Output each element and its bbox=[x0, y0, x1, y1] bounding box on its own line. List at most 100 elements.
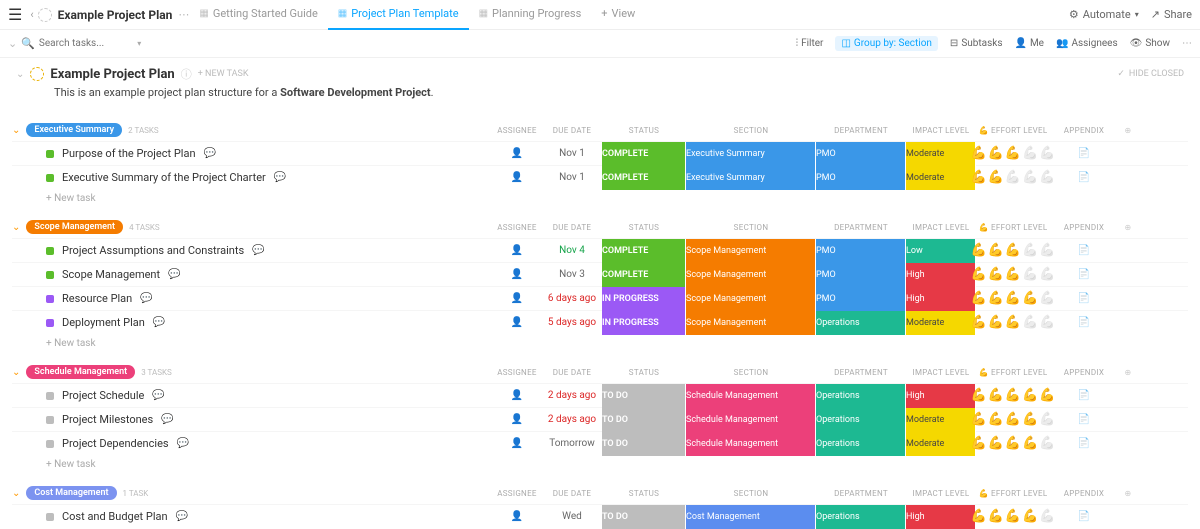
appendix-cell[interactable]: 📄 bbox=[1050, 293, 1118, 304]
expand-all-icon[interactable]: ⌄ bbox=[8, 37, 17, 50]
section-cell[interactable]: Schedule Management bbox=[686, 408, 816, 432]
assignee-cell[interactable]: 👤 bbox=[492, 245, 542, 256]
task-row[interactable]: Purpose of the Project Plan💬👤Nov 1COMPLE… bbox=[12, 141, 1188, 165]
impact-cell[interactable]: Moderate bbox=[906, 432, 976, 456]
appendix-cell[interactable]: 📄 bbox=[1050, 269, 1118, 280]
new-task-button[interactable]: + New task bbox=[12, 334, 1188, 353]
status-square-icon[interactable] bbox=[46, 150, 54, 158]
back-icon[interactable]: ‹ bbox=[30, 8, 33, 21]
status-square-icon[interactable] bbox=[46, 392, 54, 400]
due-date-cell[interactable]: 2 days ago bbox=[542, 414, 602, 425]
due-date-cell[interactable]: 6 days ago bbox=[542, 293, 602, 304]
appendix-cell[interactable]: 📄 bbox=[1050, 317, 1118, 328]
section-cell[interactable]: Schedule Management bbox=[686, 432, 816, 456]
effort-cell[interactable]: 💪💪💪💪💪 bbox=[976, 436, 1050, 451]
department-cell[interactable]: PMO bbox=[816, 263, 906, 287]
due-date-cell[interactable]: Nov 3 bbox=[542, 269, 602, 280]
comment-icon[interactable]: 💬 bbox=[152, 390, 164, 401]
appendix-cell[interactable]: 📄 bbox=[1050, 245, 1118, 256]
department-cell[interactable]: Operations bbox=[816, 311, 906, 335]
status-square-icon[interactable] bbox=[46, 319, 54, 327]
search-input[interactable] bbox=[39, 38, 119, 49]
chevron-down-icon[interactable]: ▾ bbox=[137, 39, 141, 48]
assignee-cell[interactable]: 👤 bbox=[492, 317, 542, 328]
collapse-icon[interactable]: ⌄ bbox=[16, 69, 24, 80]
section-cell[interactable]: Schedule Management bbox=[686, 384, 816, 408]
section-cell[interactable]: Executive Summary bbox=[686, 166, 816, 190]
status-cell[interactable]: COMPLETE bbox=[602, 263, 686, 287]
due-date-cell[interactable]: 2 days ago bbox=[542, 390, 602, 401]
status-square-icon[interactable] bbox=[46, 271, 54, 279]
effort-cell[interactable]: 💪💪💪💪💪 bbox=[976, 412, 1050, 427]
status-square-icon[interactable] bbox=[46, 440, 54, 448]
section-collapse-icon[interactable]: ⌄ bbox=[12, 222, 20, 233]
assignee-cell[interactable]: 👤 bbox=[492, 172, 542, 183]
me-button[interactable]: 👤Me bbox=[1014, 38, 1044, 49]
comment-icon[interactable]: 💬 bbox=[153, 317, 165, 328]
subtasks-button[interactable]: ⊟Subtasks bbox=[950, 38, 1003, 49]
assignees-button[interactable]: 👥Assignees bbox=[1056, 38, 1118, 49]
section-cell[interactable]: Executive Summary bbox=[686, 142, 816, 166]
share-button[interactable]: ↗Share bbox=[1151, 8, 1192, 21]
impact-cell[interactable]: High bbox=[906, 263, 976, 287]
status-square-icon[interactable] bbox=[46, 416, 54, 424]
impact-cell[interactable]: Moderate bbox=[906, 311, 976, 335]
status-square-icon[interactable] bbox=[46, 295, 54, 303]
impact-cell[interactable]: Low bbox=[906, 239, 976, 263]
task-row[interactable]: Deployment Plan💬👤5 days agoIN PROGRESSSc… bbox=[12, 310, 1188, 334]
effort-cell[interactable]: 💪💪💪💪💪 bbox=[976, 267, 1050, 282]
task-row[interactable]: Executive Summary of the Project Charter… bbox=[12, 165, 1188, 189]
task-row[interactable]: Project Schedule💬👤2 days agoTO DOSchedul… bbox=[12, 383, 1188, 407]
automate-button[interactable]: ⚙Automate▾ bbox=[1069, 8, 1139, 21]
section-cell[interactable]: Scope Management bbox=[686, 263, 816, 287]
department-cell[interactable]: Operations bbox=[816, 384, 906, 408]
section-collapse-icon[interactable]: ⌄ bbox=[12, 488, 20, 499]
appendix-cell[interactable]: 📄 bbox=[1050, 172, 1118, 183]
tab-project-plan-template[interactable]: ▦Project Plan Template bbox=[328, 0, 469, 30]
search-box[interactable]: 🔍 ▾ bbox=[21, 37, 141, 50]
task-row[interactable]: Project Assumptions and Constraints💬👤Nov… bbox=[12, 238, 1188, 262]
status-cell[interactable]: TO DO bbox=[602, 432, 686, 456]
new-task-button[interactable]: + New task bbox=[12, 455, 1188, 474]
comment-icon[interactable]: 💬 bbox=[177, 438, 189, 449]
due-date-cell[interactable]: Nov 4 bbox=[542, 245, 602, 256]
tab-planning-progress[interactable]: ▦Planning Progress bbox=[469, 0, 592, 30]
tab-getting-started-guide[interactable]: ▦Getting Started Guide bbox=[189, 0, 327, 30]
comment-icon[interactable]: 💬 bbox=[252, 245, 264, 256]
task-row[interactable]: Resource Plan💬👤6 days agoIN PROGRESSScop… bbox=[12, 286, 1188, 310]
status-cell[interactable]: IN PROGRESS bbox=[602, 287, 686, 311]
status-cell[interactable]: IN PROGRESS bbox=[602, 311, 686, 335]
assignee-cell[interactable]: 👤 bbox=[492, 390, 542, 401]
status-cell[interactable]: COMPLETE bbox=[602, 239, 686, 263]
more-icon[interactable]: ⋯ bbox=[1182, 38, 1192, 49]
effort-cell[interactable]: 💪💪💪💪💪 bbox=[976, 243, 1050, 258]
more-icon[interactable]: ⋯ bbox=[178, 8, 189, 21]
appendix-cell[interactable]: 📄 bbox=[1050, 414, 1118, 425]
due-date-cell[interactable]: Nov 1 bbox=[542, 172, 602, 183]
due-date-cell[interactable]: 5 days ago bbox=[542, 317, 602, 328]
department-cell[interactable]: PMO bbox=[816, 166, 906, 190]
new-task-button[interactable]: + New task bbox=[12, 189, 1188, 208]
effort-cell[interactable]: 💪💪💪💪💪 bbox=[976, 315, 1050, 330]
task-row[interactable]: Project Dependencies💬👤TomorrowTO DOSched… bbox=[12, 431, 1188, 455]
add-column-button[interactable]: ⊕ bbox=[1118, 126, 1138, 135]
comment-icon[interactable]: 💬 bbox=[140, 293, 152, 304]
task-row[interactable]: Scope Management💬👤Nov 3COMPLETEScope Man… bbox=[12, 262, 1188, 286]
effort-cell[interactable]: 💪💪💪💪💪 bbox=[976, 170, 1050, 185]
assignee-cell[interactable]: 👤 bbox=[492, 293, 542, 304]
status-cell[interactable]: TO DO bbox=[602, 384, 686, 408]
section-cell[interactable]: Scope Management bbox=[686, 311, 816, 335]
task-row[interactable]: Cost and Budget Plan💬👤WedTO DOCost Manag… bbox=[12, 504, 1188, 528]
assignee-cell[interactable]: 👤 bbox=[492, 148, 542, 159]
task-row[interactable]: Project Milestones💬👤2 days agoTO DOSched… bbox=[12, 407, 1188, 431]
comment-icon[interactable]: 💬 bbox=[274, 172, 286, 183]
section-pill[interactable]: Schedule Management bbox=[26, 365, 135, 379]
status-square-icon[interactable] bbox=[46, 247, 54, 255]
comment-icon[interactable]: 💬 bbox=[161, 414, 173, 425]
impact-cell[interactable]: Moderate bbox=[906, 166, 976, 190]
department-cell[interactable]: PMO bbox=[816, 142, 906, 166]
effort-cell[interactable]: 💪💪💪💪💪 bbox=[976, 146, 1050, 161]
filter-button[interactable]: ⫶Filter bbox=[796, 38, 824, 49]
info-icon[interactable]: ⓘ bbox=[181, 66, 192, 82]
section-pill[interactable]: Scope Management bbox=[26, 220, 123, 234]
